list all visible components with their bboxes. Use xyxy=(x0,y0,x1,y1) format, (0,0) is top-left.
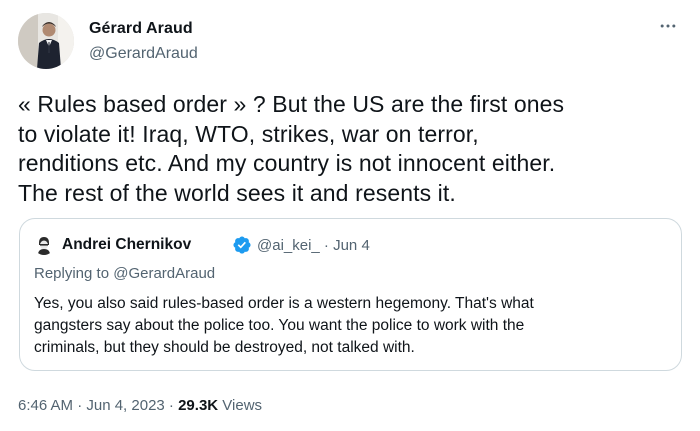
tweet-text-line: « Rules based order » ? But the US are t… xyxy=(18,91,565,117)
quote-replying-to: Replying to @GerardAraud xyxy=(34,265,216,282)
author-handle[interactable]: @GerardAraud xyxy=(89,45,198,63)
author-avatar[interactable] xyxy=(18,13,74,69)
quote-author-avatar xyxy=(34,235,54,255)
quote-author-avatar-photo xyxy=(34,235,54,255)
quoted-tweet[interactable]: Andrei Chernikov @ai_kei_ · Jun 4 Replyi… xyxy=(19,218,682,371)
tweet-text-line: to violate it! Iraq, WTO, strikes, war o… xyxy=(18,120,479,147)
views-count: 29.3K xyxy=(178,397,219,414)
tweet-timestamp[interactable]: 6:46 AM · Jun 4, 2023 · xyxy=(18,397,178,414)
quote-text: Yes, you also said rules-based order is … xyxy=(34,293,674,359)
tweet: Gérard Araud @GerardAraud « Rules based … xyxy=(0,0,700,431)
quote-text-line: Yes, you also said rules-based order is … xyxy=(34,295,534,312)
more-options-button[interactable] xyxy=(656,14,680,38)
tweet-text-line: renditions etc. And my country is not in… xyxy=(18,150,556,176)
quote-text-line: gangsters say about the police too. You … xyxy=(34,317,525,334)
tweet-text: « Rules based order » ? But the US are t… xyxy=(18,90,688,208)
more-horizontal-icon xyxy=(660,24,676,28)
quote-text-line: criminals, but they should be destroyed,… xyxy=(34,339,415,356)
verified-badge-icon xyxy=(233,236,251,254)
tweet-text-line: The rest of the world sees it and resent… xyxy=(18,179,456,206)
views-label: Views xyxy=(218,397,263,414)
quote-author-name: Andrei Chernikov xyxy=(62,236,192,253)
tweet-meta: 6:46 AM · Jun 4, 2023 · 29.3K Views xyxy=(18,397,262,414)
quote-handle-date: @ai_kei_ · Jun 4 xyxy=(257,237,370,254)
author-name[interactable]: Gérard Araud xyxy=(89,20,193,38)
author-avatar-photo xyxy=(18,13,74,69)
